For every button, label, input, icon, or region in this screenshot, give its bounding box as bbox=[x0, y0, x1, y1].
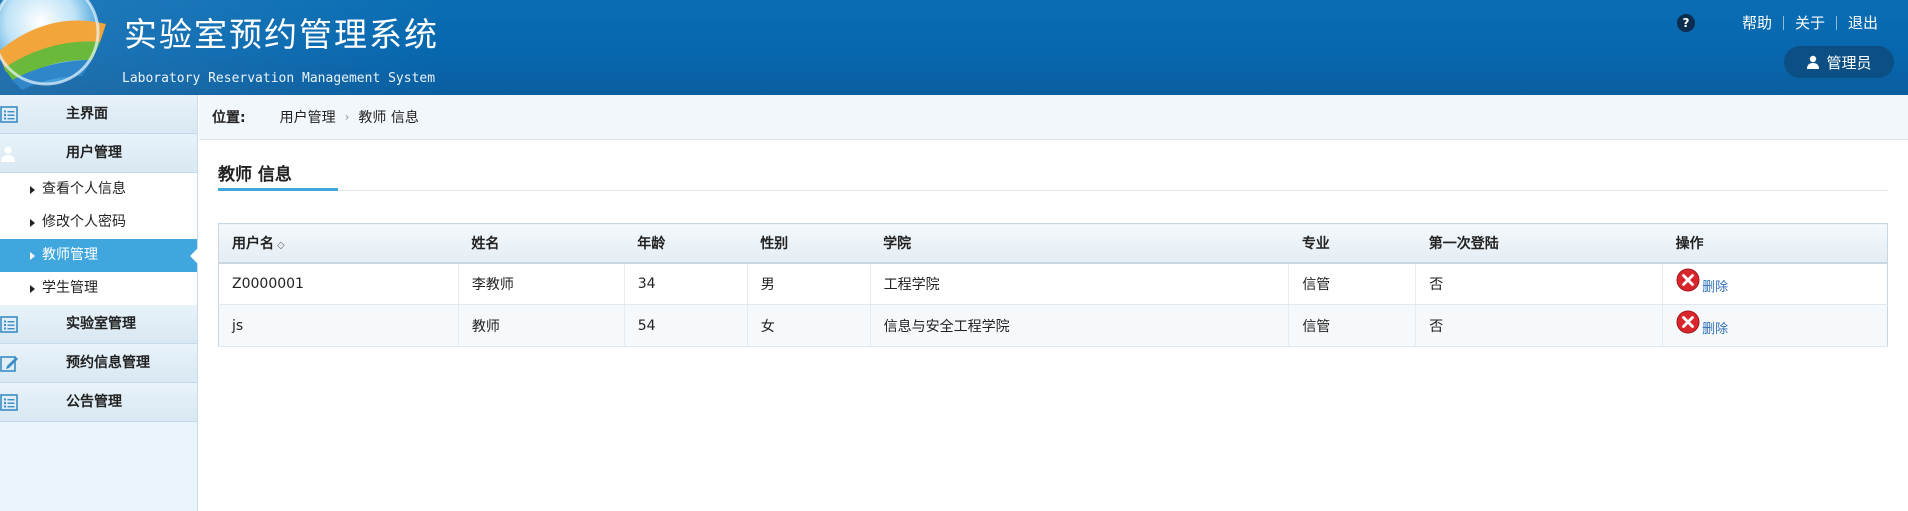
triangle-right-icon bbox=[30, 219, 35, 227]
sidebar-item-home[interactable]: 主界面 bbox=[0, 95, 197, 134]
sort-icon[interactable]: ◇ bbox=[277, 240, 285, 251]
column-header-gender: 性别 bbox=[747, 223, 871, 264]
breadcrumb-separator-icon: › bbox=[344, 110, 350, 124]
about-link[interactable]: 关于 bbox=[1784, 12, 1836, 33]
breadcrumb-item: 教师 信息 bbox=[358, 110, 419, 126]
delete-circle-icon[interactable] bbox=[1676, 310, 1700, 334]
globe-logo-icon bbox=[0, 0, 106, 90]
app-subtitle: Laboratory Reservation Management System bbox=[122, 71, 436, 86]
sidebar-item-label: 实验室管理 bbox=[66, 316, 136, 332]
cell-major: 信管 bbox=[1288, 304, 1417, 347]
sidebar-item-label: 预约信息管理 bbox=[66, 355, 150, 371]
column-header-action: 操作 bbox=[1662, 223, 1888, 264]
cell-college: 信息与安全工程学院 bbox=[870, 304, 1290, 347]
logout-link[interactable]: 退出 bbox=[1837, 12, 1878, 33]
sidebar-subitem-label: 教师管理 bbox=[42, 247, 98, 263]
cell-name: 教师 bbox=[458, 304, 625, 347]
list-icon bbox=[0, 106, 18, 123]
column-header-major: 专业 bbox=[1288, 223, 1416, 264]
sidebar-item-notice-management[interactable]: 公告管理 bbox=[0, 383, 197, 422]
title-underline bbox=[218, 188, 338, 191]
cell-name: 李教师 bbox=[458, 262, 625, 305]
delete-link[interactable]: 删除 bbox=[1702, 322, 1728, 337]
triangle-right-icon bbox=[30, 285, 35, 293]
user-icon bbox=[1807, 55, 1820, 69]
sidebar-item-label: 用户管理 bbox=[66, 145, 122, 161]
title-divider bbox=[218, 190, 1888, 191]
sidebar-subitem-label: 学生管理 bbox=[42, 280, 98, 296]
table-row: js 教师 54 女 信息与安全工程学院 信管 否 删除 bbox=[218, 304, 1888, 347]
app-header: 实验室预约管理系统 Laboratory Reservation Managem… bbox=[0, 0, 1908, 95]
user-name: 管理员 bbox=[1826, 53, 1872, 72]
cell-first-login: 否 bbox=[1415, 304, 1664, 347]
column-header-first-login: 第一次登陆 bbox=[1415, 223, 1663, 264]
page-title: 教师 信息 bbox=[218, 165, 292, 185]
cell-username: Z0000001 bbox=[218, 262, 459, 305]
column-header-college: 学院 bbox=[870, 223, 1289, 264]
breadcrumb: 位置: 用户管理 › 教师 信息 bbox=[199, 95, 1908, 140]
list-icon bbox=[0, 394, 18, 411]
table-row: Z0000001 李教师 34 男 工程学院 信管 否 删除 bbox=[218, 262, 1888, 305]
cell-major: 信管 bbox=[1288, 262, 1417, 305]
teacher-table: 用户名 ◇ 姓名 年龄 性别 学院 专业 第一次登陆 操作 Z0000001 李教… bbox=[218, 223, 1888, 347]
sidebar-item-lab-management[interactable]: 实验室管理 bbox=[0, 305, 197, 344]
edit-icon bbox=[0, 356, 18, 372]
breadcrumb-label: 位置: bbox=[212, 110, 246, 126]
user-icon bbox=[1, 146, 15, 162]
delete-circle-icon[interactable] bbox=[1676, 268, 1700, 292]
sidebar-subitem-label: 修改个人密码 bbox=[42, 214, 126, 230]
help-link[interactable]: 帮助 bbox=[1731, 12, 1783, 33]
cell-age: 54 bbox=[624, 304, 748, 347]
app-title: 实验室预约管理系统 bbox=[124, 15, 439, 54]
sidebar-subitem-view-profile[interactable]: 查看个人信息 bbox=[0, 173, 197, 206]
triangle-right-icon bbox=[30, 186, 35, 194]
sidebar-item-booking-management[interactable]: 预约信息管理 bbox=[0, 344, 197, 383]
delete-link[interactable]: 删除 bbox=[1702, 280, 1728, 295]
cell-college: 工程学院 bbox=[870, 262, 1290, 305]
sidebar-item-user-management[interactable]: 用户管理 bbox=[0, 134, 197, 173]
cell-action: 删除 bbox=[1662, 262, 1888, 305]
column-header-age: 年龄 bbox=[624, 223, 748, 264]
sidebar-subitem-change-password[interactable]: 修改个人密码 bbox=[0, 206, 197, 239]
column-header-username[interactable]: 用户名 ◇ bbox=[218, 223, 459, 264]
sidebar-item-label: 主界面 bbox=[66, 106, 108, 122]
cell-first-login: 否 bbox=[1415, 262, 1664, 305]
cell-gender: 女 bbox=[747, 304, 871, 347]
sidebar-item-label: 公告管理 bbox=[66, 394, 122, 410]
table-header-row: 用户名 ◇ 姓名 年龄 性别 学院 专业 第一次登陆 操作 bbox=[218, 223, 1888, 264]
cell-gender: 男 bbox=[747, 262, 871, 305]
sidebar-subitem-student-management[interactable]: 学生管理 bbox=[0, 272, 197, 305]
user-badge[interactable]: 管理员 bbox=[1784, 46, 1894, 78]
header-links: ? 帮助 关于 退出 bbox=[1676, 12, 1878, 33]
cell-username: js bbox=[218, 304, 459, 347]
triangle-right-icon bbox=[30, 252, 35, 260]
cell-action: 删除 bbox=[1662, 304, 1888, 347]
list-icon bbox=[0, 316, 18, 333]
breadcrumb-item[interactable]: 用户管理 bbox=[280, 107, 336, 127]
help-icon[interactable]: ? bbox=[1676, 13, 1695, 32]
sidebar: 主界面 用户管理 查看个人信息 修改个人密码 教师管理 学生管理 实验室管理 预… bbox=[0, 95, 198, 511]
sidebar-subitem-label: 查看个人信息 bbox=[42, 181, 126, 197]
cell-age: 34 bbox=[624, 262, 748, 305]
column-header-name: 姓名 bbox=[458, 223, 625, 264]
sidebar-subitem-teacher-management[interactable]: 教师管理 bbox=[0, 239, 198, 272]
